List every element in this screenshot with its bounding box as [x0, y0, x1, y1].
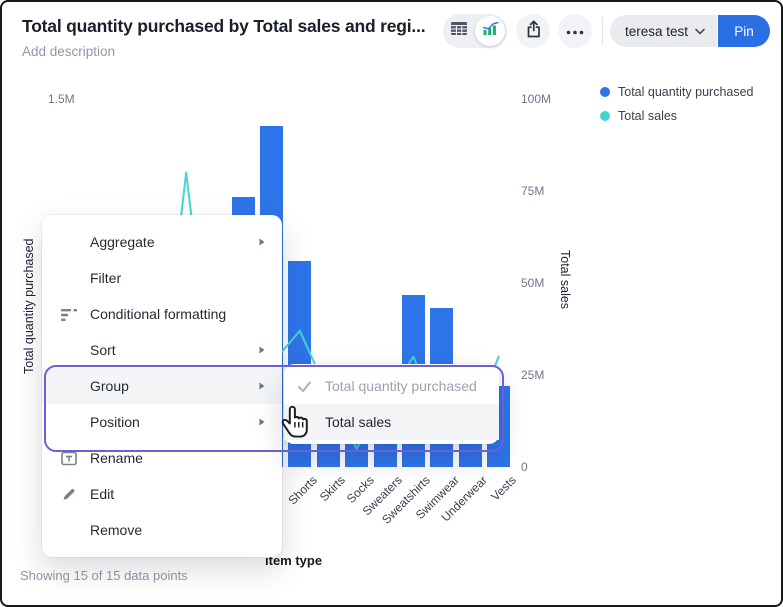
menu-item-group[interactable]: Group [42, 368, 282, 404]
table-view-icon [450, 21, 468, 41]
y-axis-tick-left: 1.5M [48, 92, 75, 106]
menu-item-label: Sort [90, 342, 116, 358]
y-axis-tick-right: 75M [521, 184, 563, 198]
footer-status: Showing 15 of 15 data points [20, 568, 188, 583]
submenu-item-label: Total sales [325, 414, 391, 430]
legend-swatch [600, 111, 610, 121]
submenu-item-total-quantity-purchased[interactable]: Total quantity purchased [284, 368, 499, 404]
y-axis-tick-right: 100M [521, 92, 563, 106]
menu-item-rename[interactable]: Rename [42, 440, 282, 476]
y-axis-tick-right: 50M [521, 276, 563, 290]
menu-item-edit[interactable]: Edit [42, 476, 282, 512]
check-icon [296, 379, 316, 394]
legend-label: Total sales [618, 109, 677, 123]
menu-item-filter[interactable]: Filter [42, 260, 282, 296]
chevron-right-icon [255, 235, 268, 249]
add-description-link[interactable]: Add description [22, 44, 115, 59]
chart-view-icon [482, 21, 499, 41]
more-options-icon [566, 22, 584, 40]
y-axis-title-left: Total quantity purchased [22, 218, 36, 394]
menu-item-label: Filter [90, 270, 121, 286]
chevron-right-icon [255, 379, 268, 393]
legend-swatch [600, 87, 610, 97]
menu-item-label: Remove [90, 522, 142, 538]
context-menu: Aggregate Filter Conditional formatting Sor… [42, 215, 282, 557]
share-icon [524, 19, 543, 44]
menu-item-label: Conditional formatting [90, 306, 226, 322]
pin-button[interactable]: Pin [718, 15, 770, 47]
menu-item-label: Rename [90, 450, 143, 466]
toolbar-divider [602, 17, 603, 45]
menu-item-label: Position [90, 414, 140, 430]
chevron-down-icon [695, 28, 705, 35]
menu-item-label: Edit [90, 486, 114, 502]
submenu-item-label: Total quantity purchased [325, 378, 477, 394]
legend-label: Total quantity purchased [618, 85, 754, 99]
group-submenu: Total quantity purchased Total sales [284, 364, 499, 444]
rename-icon [58, 450, 80, 467]
submenu-item-total-sales[interactable]: Total sales [284, 404, 499, 440]
legend: Total quantity purchased Total sales [600, 85, 754, 123]
conditional-formatting-icon [58, 306, 80, 323]
view-toggle [443, 14, 507, 48]
menu-item-aggregate[interactable]: Aggregate [42, 224, 282, 260]
chevron-right-icon [255, 415, 268, 429]
more-options-button[interactable] [558, 14, 592, 48]
share-button[interactable] [516, 14, 550, 48]
page-title: Total quantity purchased by Total sales … [22, 16, 442, 37]
y-axis-tick-right: 0 [521, 460, 563, 474]
legend-item-total-quantity-purchased[interactable]: Total quantity purchased [600, 85, 754, 99]
edit-icon [58, 486, 80, 502]
owner-label: teresa test [625, 24, 688, 39]
chart-view-button[interactable] [475, 16, 505, 46]
menu-item-sort[interactable]: Sort [42, 332, 282, 368]
menu-item-label: Aggregate [90, 234, 155, 250]
dashboard-tile: Total quantity purchased by Total sales … [0, 0, 783, 607]
legend-item-total-sales[interactable]: Total sales [600, 109, 754, 123]
menu-item-conditional-formatting[interactable]: Conditional formatting [42, 296, 282, 332]
y-axis-tick-right: 25M [521, 368, 563, 382]
chevron-right-icon [255, 343, 268, 357]
menu-item-remove[interactable]: Remove [42, 512, 282, 548]
table-view-button[interactable] [443, 14, 475, 48]
menu-item-label: Group [90, 378, 129, 394]
menu-item-position[interactable]: Position [42, 404, 282, 440]
owner-dropdown[interactable]: teresa test [610, 15, 717, 47]
